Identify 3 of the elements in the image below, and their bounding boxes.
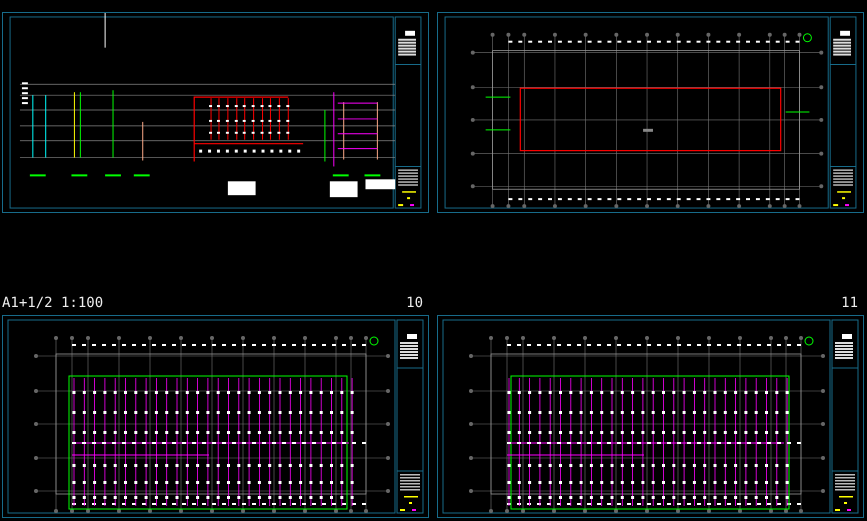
sheet-number: 11 [841,295,858,311]
scale-label: A1+1/2 1:100 [2,295,104,311]
sheet-number: 10 [406,295,423,311]
